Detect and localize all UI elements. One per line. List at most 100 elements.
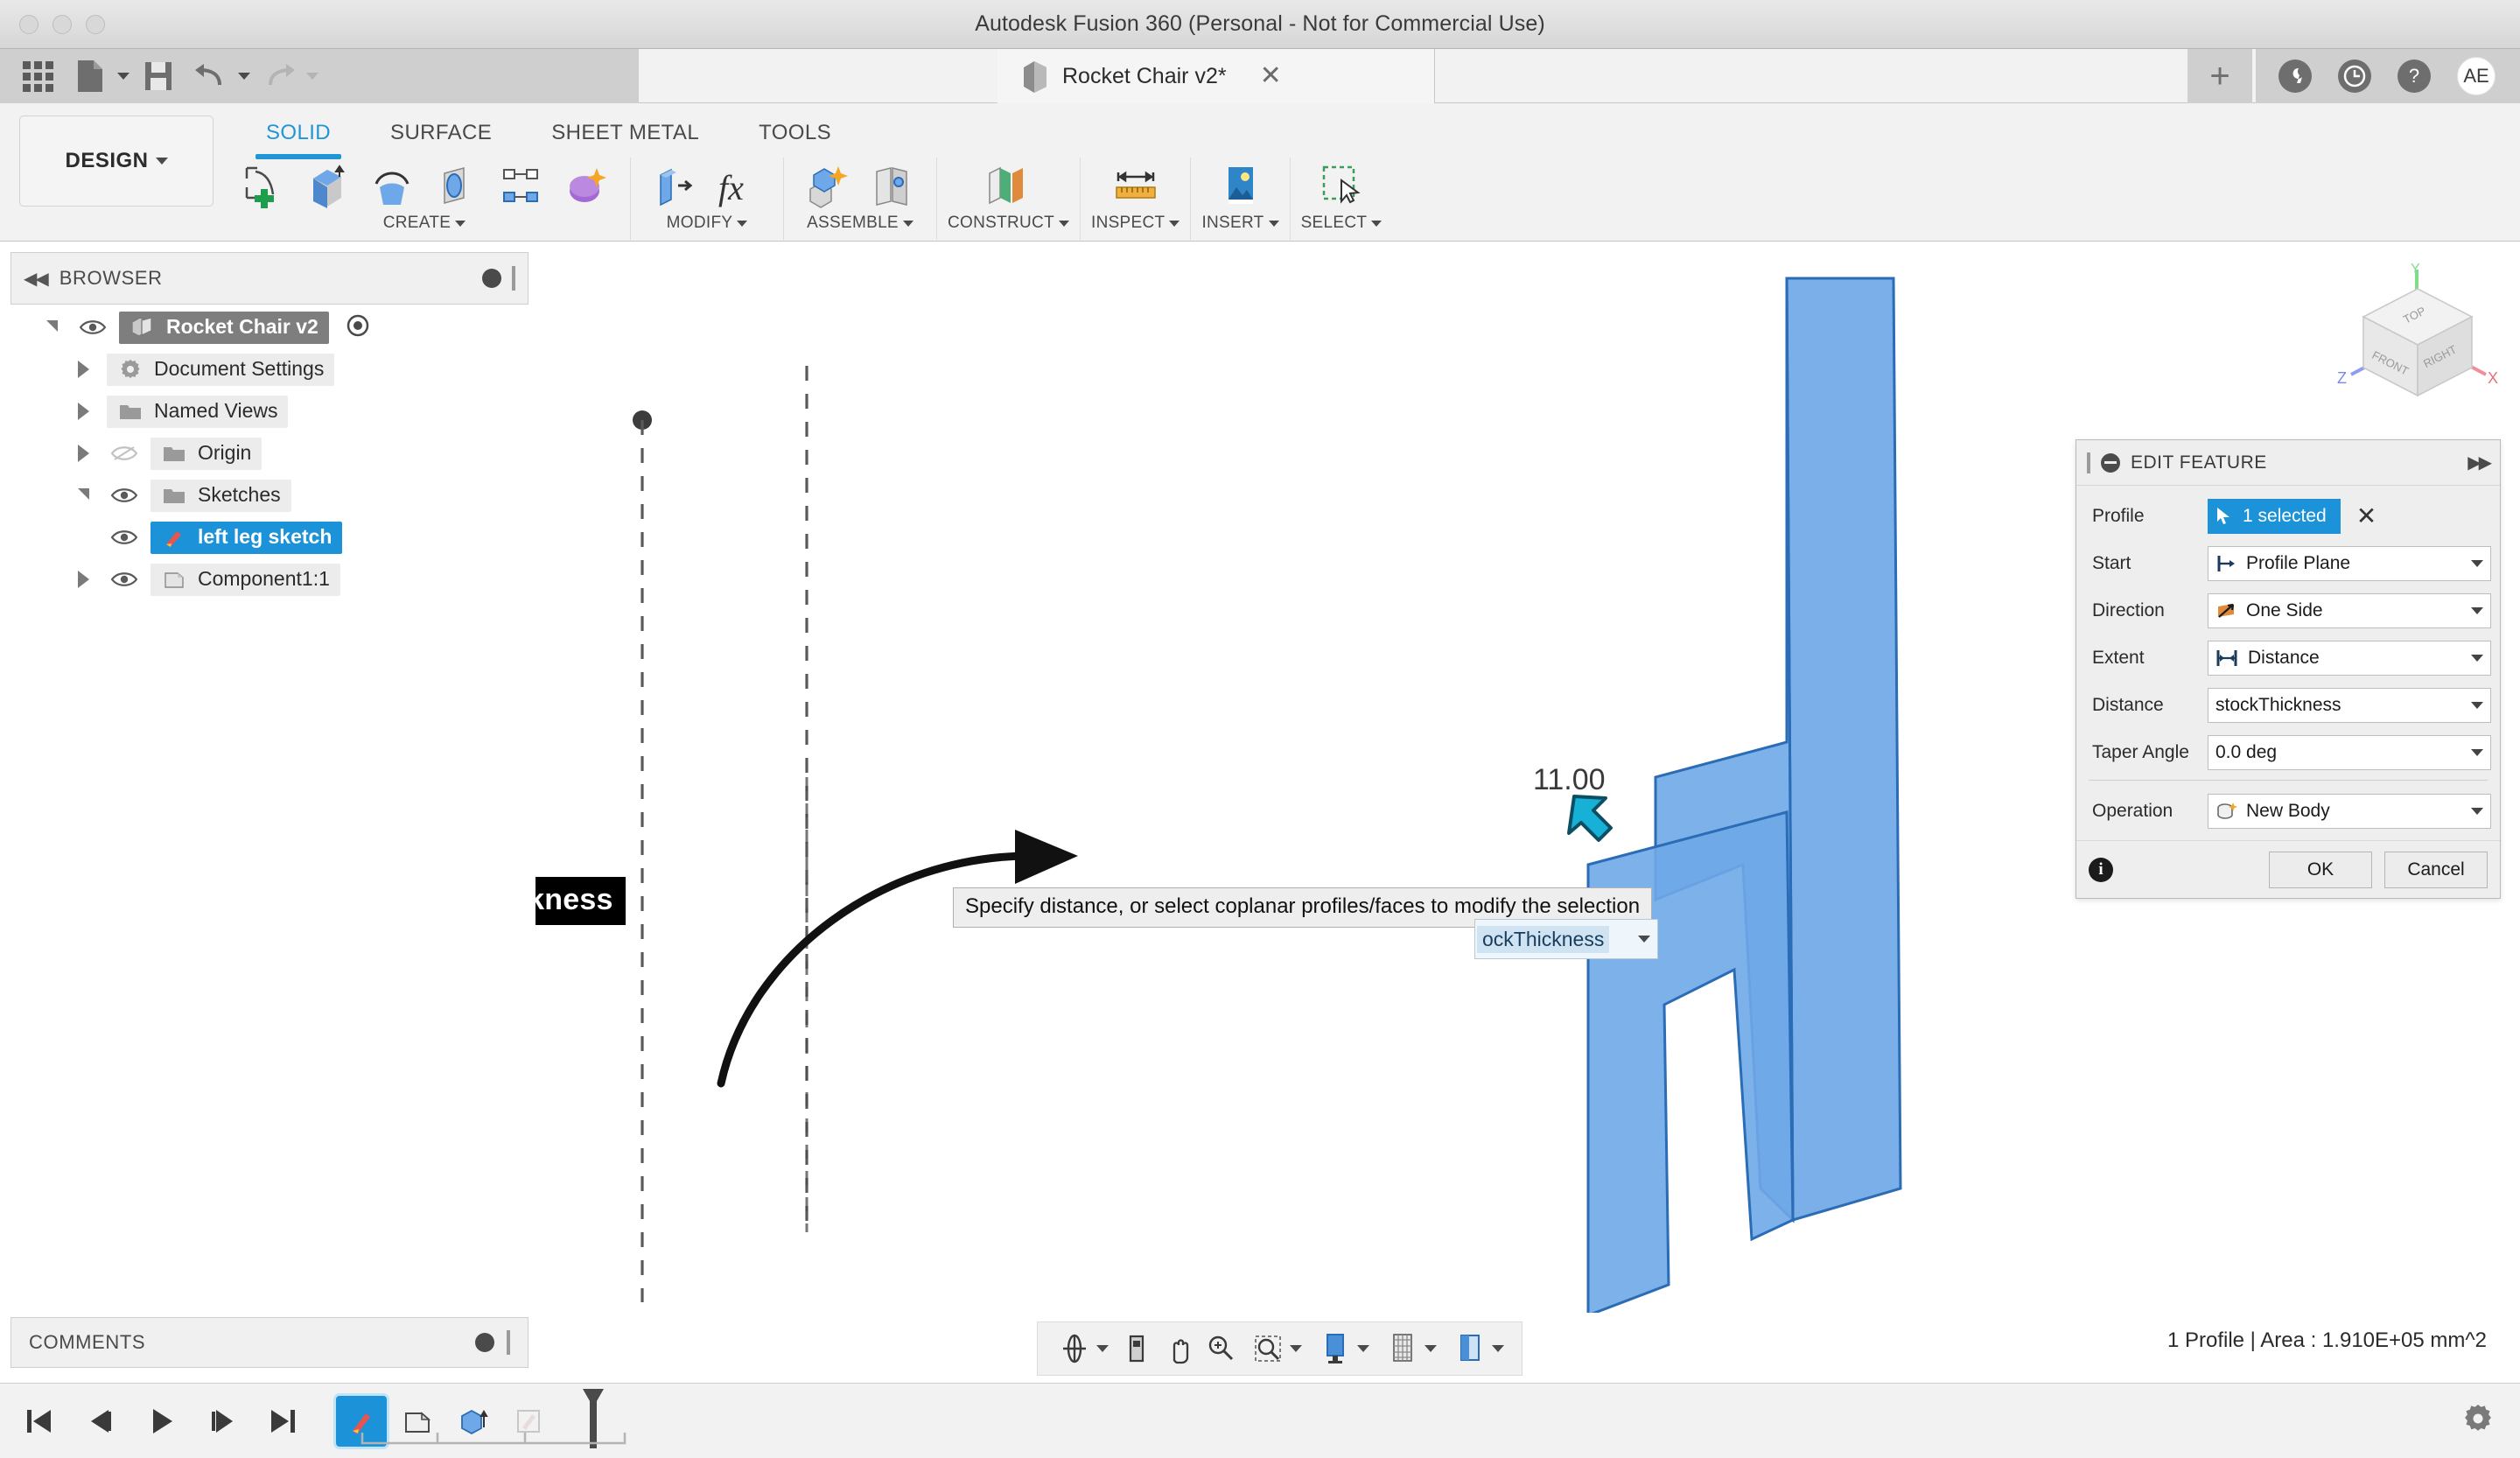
ribbon-group-label-select[interactable]: SELECT	[1301, 214, 1382, 233]
chevron-down-icon[interactable]	[2471, 560, 2483, 567]
step-back-icon[interactable]	[77, 1398, 122, 1444]
fit-button[interactable]	[1243, 1328, 1307, 1369]
play-icon[interactable]	[138, 1398, 184, 1444]
undo-dropdown-caret-icon[interactable]	[238, 73, 250, 80]
clear-selection-icon[interactable]: ✕	[2356, 504, 2376, 529]
joint-icon[interactable]	[864, 159, 920, 212]
display-settings-icon[interactable]	[1316, 1328, 1354, 1369]
new-tab-button[interactable]: +	[2188, 49, 2252, 103]
workspace-switcher[interactable]: DESIGN	[19, 116, 214, 207]
browser-options-icon[interactable]	[482, 269, 501, 288]
tree-row-component1[interactable]: Component1:1	[10, 558, 528, 600]
press-pull-icon[interactable]	[647, 159, 703, 212]
chevron-down-icon[interactable]	[2471, 702, 2483, 709]
avatar[interactable]: AE	[2457, 57, 2496, 95]
new-sketch-icon[interactable]	[234, 159, 290, 212]
display-settings-button[interactable]	[1311, 1328, 1375, 1369]
step-forward-icon[interactable]	[200, 1398, 245, 1444]
orbit-button[interactable]	[1050, 1328, 1114, 1369]
add-comment-icon[interactable]	[475, 1333, 494, 1352]
chevron-down-icon[interactable]	[1638, 936, 1650, 943]
visibility-icon[interactable]	[107, 571, 142, 588]
tree-item-component1[interactable]: Component1:1	[150, 563, 340, 596]
help-icon[interactable]: ?	[2398, 60, 2431, 93]
tree-row-document-settings[interactable]: Document Settings	[10, 348, 528, 390]
look-at-icon[interactable]	[1117, 1328, 1156, 1369]
panel-resize-grip[interactable]	[507, 1330, 510, 1355]
minimize-icon[interactable]	[2101, 452, 2120, 473]
tree-item-rocket-chair[interactable]: Rocket Chair v2	[119, 311, 329, 344]
new-component-icon[interactable]	[800, 159, 856, 212]
revolve-icon[interactable]	[364, 159, 420, 212]
fit-icon[interactable]	[1249, 1328, 1287, 1369]
chevron-down-icon[interactable]	[2471, 749, 2483, 756]
taper-angle-input[interactable]: 0.0 deg	[2208, 735, 2491, 770]
start-dropdown[interactable]: Profile Plane	[2208, 546, 2491, 581]
profile-selection-button[interactable]: 1 selected	[2208, 499, 2341, 534]
collapse-icon[interactable]: ◀◀	[24, 268, 49, 290]
view-cube[interactable]: Y Z X TOP FRONT RIGHT	[2332, 263, 2502, 416]
extrude-icon[interactable]	[299, 159, 355, 212]
redo-icon[interactable]	[256, 55, 303, 97]
go-to-start-icon[interactable]	[16, 1398, 61, 1444]
grid-snap-button[interactable]	[1378, 1328, 1442, 1369]
chevron-down-icon[interactable]	[2471, 655, 2483, 662]
redo-dropdown-caret-icon[interactable]	[306, 73, 318, 80]
expander-down-icon[interactable]	[37, 319, 66, 333]
pattern-icon[interactable]	[494, 159, 550, 212]
measure-icon[interactable]	[1108, 159, 1164, 212]
tree-row-named-views[interactable]: Named Views	[10, 390, 528, 432]
tree-item-named-views[interactable]: Named Views	[107, 395, 289, 428]
insert-image-icon[interactable]	[1213, 159, 1269, 212]
visibility-off-icon[interactable]	[107, 445, 142, 462]
dialog-header[interactable]: EDIT FEATURE ▶▶	[2076, 440, 2500, 486]
select-icon[interactable]	[1313, 159, 1369, 212]
tree-item-document-settings[interactable]: Document Settings	[107, 353, 335, 386]
info-icon[interactable]: i	[2089, 857, 2113, 882]
chevron-down-icon[interactable]	[2471, 808, 2483, 815]
ribbon-group-label-inspect[interactable]: INSPECT	[1091, 214, 1180, 233]
visibility-icon[interactable]	[107, 529, 142, 546]
chevron-down-icon[interactable]	[1492, 1345, 1504, 1352]
wrench-icon[interactable]	[2278, 60, 2312, 93]
tree-item-left-leg-sketch[interactable]: left leg sketch	[150, 521, 343, 554]
close-icon[interactable]: ✕	[1260, 63, 1282, 89]
expander-right-icon[interactable]	[68, 361, 98, 378]
viewports-icon[interactable]	[1451, 1328, 1489, 1369]
tab-tools[interactable]: TOOLS	[729, 109, 861, 156]
tree-item-sketches[interactable]: Sketches	[150, 479, 291, 512]
parameters-icon[interactable]: fx	[711, 159, 767, 212]
inline-distance-input[interactable]: ockThickness	[1474, 919, 1658, 959]
undo-icon[interactable]	[187, 55, 234, 97]
pan-icon[interactable]	[1159, 1328, 1198, 1369]
chevron-down-icon[interactable]	[2471, 607, 2483, 614]
visibility-icon[interactable]	[75, 319, 110, 336]
tab-surface[interactable]: SURFACE	[360, 109, 522, 156]
file-icon[interactable]	[66, 55, 114, 97]
orbit-icon[interactable]	[1055, 1328, 1094, 1369]
viewports-button[interactable]	[1446, 1328, 1509, 1369]
chevron-down-icon[interactable]	[1424, 1345, 1437, 1352]
go-to-end-icon[interactable]	[261, 1398, 306, 1444]
tree-item-origin[interactable]: Origin	[150, 437, 262, 470]
save-icon[interactable]	[135, 55, 182, 97]
clock-icon[interactable]	[2338, 60, 2371, 93]
document-tab[interactable]: Rocket Chair v2* ✕	[998, 49, 1435, 103]
ribbon-group-label-modify[interactable]: MODIFY	[667, 214, 748, 233]
visibility-icon[interactable]	[107, 487, 142, 504]
expander-down-icon[interactable]	[68, 487, 98, 501]
ribbon-group-label-assemble[interactable]: ASSEMBLE	[807, 214, 914, 233]
sweep-icon[interactable]	[429, 159, 485, 212]
zoom-icon[interactable]	[1201, 1328, 1240, 1369]
ribbon-group-label-insert[interactable]: INSERT	[1201, 214, 1279, 233]
cancel-button[interactable]: Cancel	[2384, 851, 2488, 888]
tab-sheet-metal[interactable]: SHEET METAL	[522, 109, 729, 156]
distance-input[interactable]: stockThickness	[2208, 688, 2491, 723]
tree-row-origin[interactable]: Origin	[10, 432, 528, 474]
dialog-drag-grip[interactable]	[2087, 452, 2090, 473]
panel-resize-grip[interactable]	[512, 266, 515, 291]
app-grid-icon[interactable]	[14, 55, 61, 97]
tree-row-left-leg-sketch[interactable]: left leg sketch	[10, 516, 528, 558]
direction-dropdown[interactable]: One Side	[2208, 593, 2491, 628]
ribbon-group-label-create[interactable]: CREATE	[383, 214, 466, 233]
